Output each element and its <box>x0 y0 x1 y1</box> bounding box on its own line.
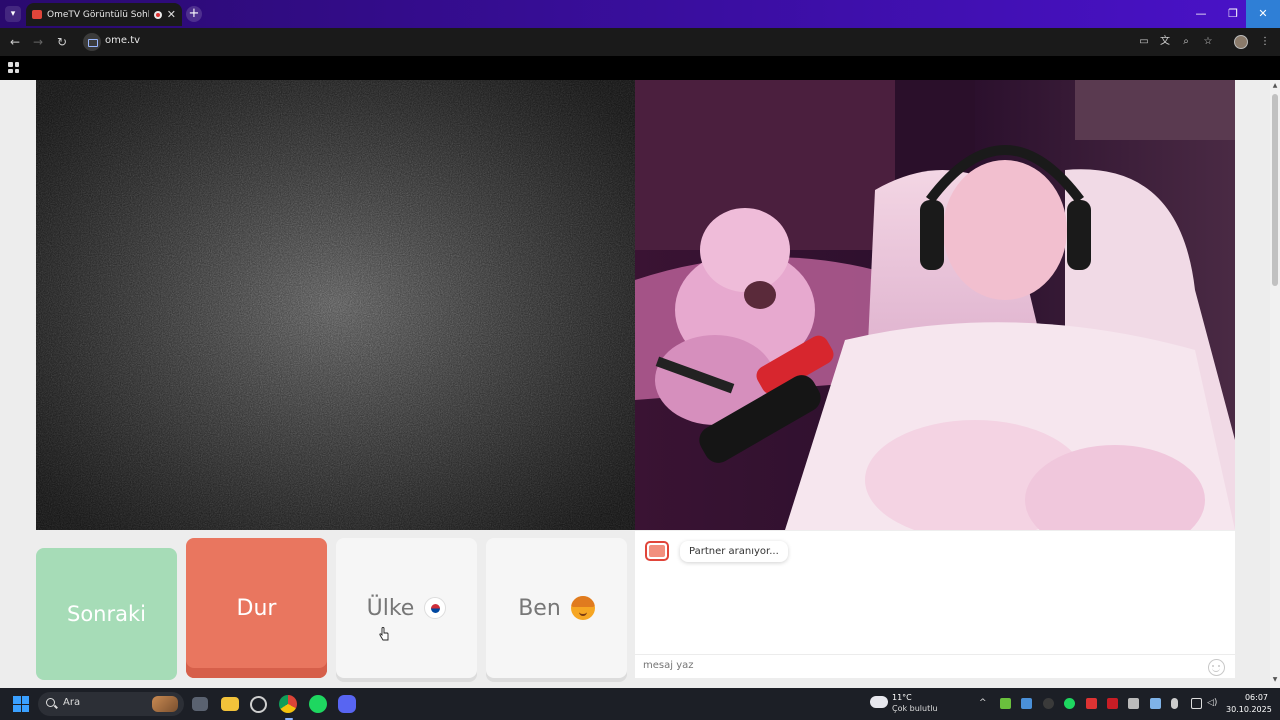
partner-video <box>36 80 635 530</box>
nvidia-tray-icon[interactable] <box>1000 698 1011 709</box>
tab-close-button[interactable]: ✕ <box>167 9 176 20</box>
file-explorer-icon[interactable] <box>221 697 239 711</box>
stop-button-label: Dur <box>236 595 277 621</box>
browser-toolbar: ← → ↻ ome.tv ▭ 文 ⌕ ☆ ⋮ <box>0 28 1280 56</box>
taskbar-search[interactable]: Ara <box>38 692 184 716</box>
browser-titlebar: ▾ OmeTV Görüntülü Sohbet ✕ + — ❐ ✕ <box>0 0 1280 28</box>
profile-avatar[interactable] <box>1234 35 1248 49</box>
restore-button[interactable]: ❐ <box>1218 0 1248 28</box>
minimize-button[interactable]: — <box>1186 0 1216 28</box>
hand-cursor-icon <box>379 627 389 641</box>
chrome-icon[interactable] <box>279 695 297 720</box>
message-input[interactable] <box>643 660 1183 671</box>
weather-cloud-icon[interactable] <box>870 696 888 708</box>
tab-title: OmeTV Görüntülü Sohbet <box>47 9 149 20</box>
woman-emoji-icon <box>570 596 595 620</box>
country-filter-button[interactable]: Ülke <box>336 538 477 678</box>
emoji-picker-icon[interactable] <box>1208 659 1225 676</box>
next-button-label: Sonraki <box>67 602 146 626</box>
video-static-noise <box>36 80 635 530</box>
scrollbar-thumb[interactable] <box>1272 94 1278 286</box>
tray-app2-icon[interactable] <box>1043 698 1054 709</box>
country-button-label: Ülke <box>366 595 415 621</box>
apps-grid-icon[interactable] <box>8 62 19 73</box>
spotify-tray-icon[interactable] <box>1064 698 1075 709</box>
ometv-logo-icon <box>645 541 669 561</box>
self-camera-feed <box>635 80 1235 530</box>
reload-button[interactable]: ↻ <box>54 34 70 50</box>
clock-time[interactable]: 06:07 <box>1244 693 1268 702</box>
ometv-favicon-icon <box>32 10 42 19</box>
bookmark-star-icon[interactable]: ☆ <box>1202 36 1214 48</box>
weather-temperature: 11°C <box>892 693 912 702</box>
chat-input-row <box>635 654 1235 679</box>
zoom-icon[interactable]: ⌕ <box>1180 36 1192 48</box>
chat-panel: Partner aranıyor... <box>635 530 1235 678</box>
bookmarks-bar <box>0 56 1280 80</box>
gender-button-label: Ben <box>518 595 561 621</box>
network-icon[interactable] <box>1191 698 1202 709</box>
recording-indicator-icon <box>153 10 162 19</box>
new-tab-button[interactable]: + <box>186 6 202 22</box>
task-view-icon[interactable] <box>192 697 208 711</box>
mic-recording-tray-icon[interactable] <box>1086 698 1097 709</box>
url-text: ome.tv <box>105 35 141 46</box>
tray-overflow-icon[interactable]: ^ <box>979 698 990 709</box>
weather-description: Çok bulutlu <box>892 704 938 713</box>
tray-app4-icon[interactable] <box>1128 698 1139 709</box>
microphone-icon[interactable] <box>1171 698 1178 709</box>
forward-button[interactable]: → <box>30 34 46 50</box>
discord-icon[interactable] <box>338 695 356 713</box>
close-window-button[interactable]: ✕ <box>1246 0 1280 28</box>
address-bar[interactable]: ome.tv <box>80 31 1220 53</box>
steam-like-app-icon[interactable] <box>250 696 267 713</box>
scroll-down-arrow-icon[interactable]: ▼ <box>1271 676 1279 684</box>
search-icon <box>46 698 55 707</box>
next-button[interactable]: Sonraki <box>36 548 177 680</box>
south-korea-flag-icon <box>424 597 447 619</box>
page-scrollbar[interactable]: ▲ ▼ <box>1270 80 1280 688</box>
windows-taskbar: Ara 11°C Çok bulutlu ^ ◁) 06:07 30.10.20… <box>0 688 1280 720</box>
tray-app-icon[interactable] <box>1021 698 1032 709</box>
browser-tab[interactable]: OmeTV Görüntülü Sohbet ✕ <box>26 3 182 26</box>
clock-date[interactable]: 30.10.2025 <box>1226 705 1272 714</box>
ometv-page: Sonraki Dur Ülke Ben Partner aranıyor... <box>0 80 1270 688</box>
translate-icon[interactable]: 文 <box>1159 36 1171 48</box>
spotify-icon[interactable] <box>309 695 327 713</box>
tab-search-button[interactable]: ▾ <box>5 6 21 22</box>
cast-icon[interactable]: ▭ <box>1138 36 1150 48</box>
self-video <box>635 80 1235 530</box>
search-label: Ara <box>63 697 81 708</box>
windows-start-icon[interactable] <box>13 696 29 712</box>
tray-app3-icon[interactable] <box>1107 698 1118 709</box>
onedrive-icon[interactable] <box>1150 698 1161 709</box>
volume-icon[interactable]: ◁) <box>1207 698 1218 709</box>
browser-menu-icon[interactable]: ⋮ <box>1259 36 1271 48</box>
gender-button[interactable]: Ben <box>486 538 627 678</box>
site-info-icon[interactable] <box>83 33 101 51</box>
stop-button[interactable]: Dur <box>186 538 327 678</box>
back-button[interactable]: ← <box>7 34 23 50</box>
scroll-up-arrow-icon[interactable]: ▲ <box>1271 82 1279 90</box>
search-highlight-image <box>152 696 178 712</box>
status-message: Partner aranıyor... <box>680 541 788 562</box>
